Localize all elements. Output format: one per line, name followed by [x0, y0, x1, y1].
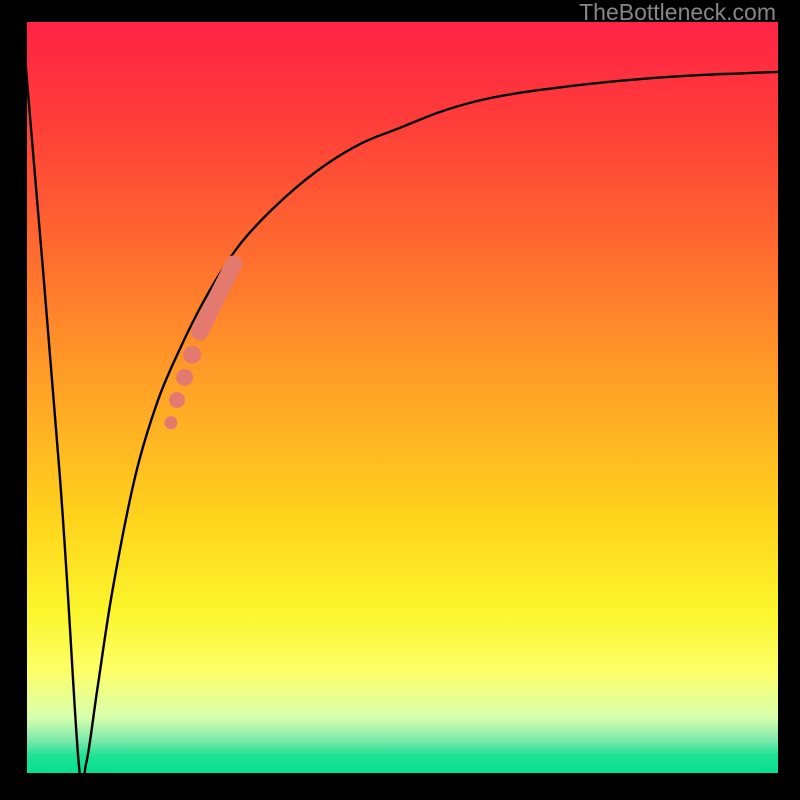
- plot-area: [22, 22, 778, 778]
- watermark-text: TheBottleneck.com: [579, 0, 776, 26]
- highlight-dot: [183, 346, 201, 364]
- plot-svg: [22, 22, 778, 778]
- bottleneck-chart: TheBottleneck.com: [0, 0, 800, 800]
- highlight-overlay: [164, 264, 233, 429]
- highlight-dot: [164, 416, 177, 429]
- bottleneck-curve: [22, 22, 778, 778]
- highlight-dot: [176, 369, 193, 386]
- highlight-dot: [169, 392, 185, 408]
